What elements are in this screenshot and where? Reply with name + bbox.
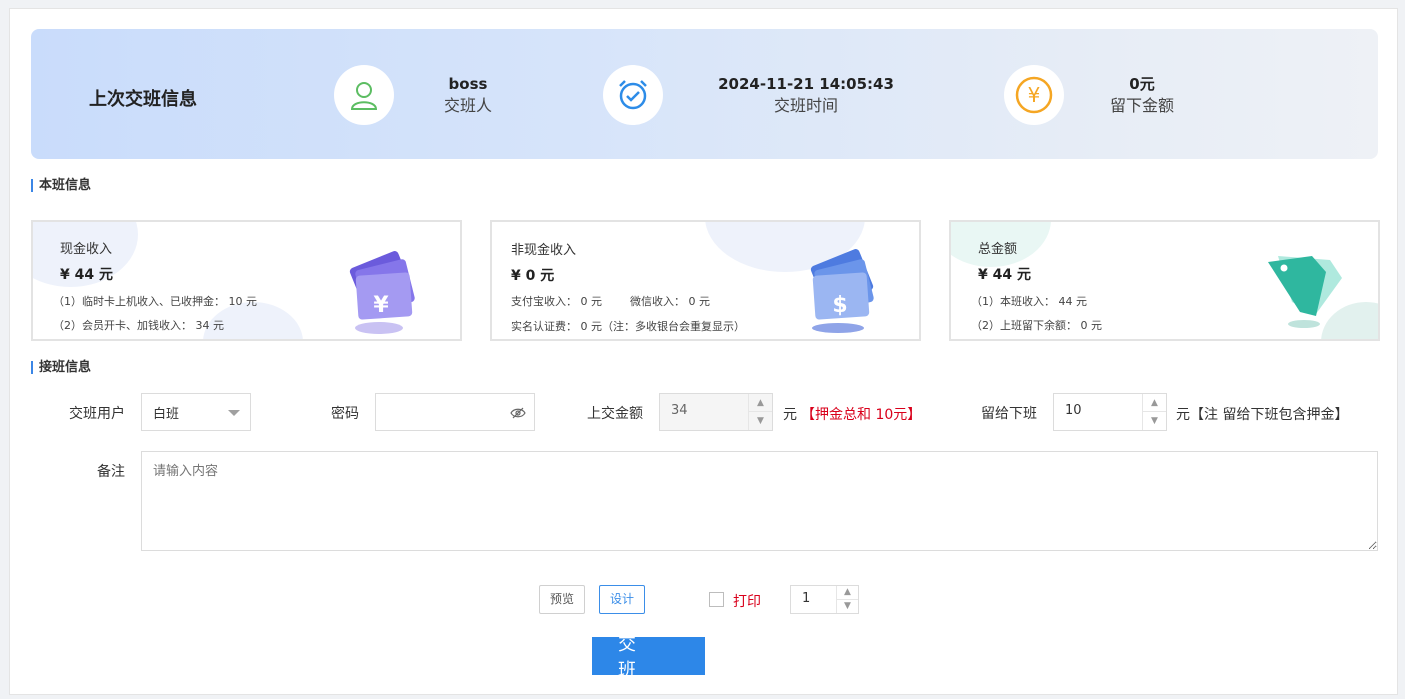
total-detail-2: （2）上班留下余额： 0 元 bbox=[971, 319, 1102, 332]
increment-icon[interactable]: ▲ bbox=[749, 394, 772, 412]
takeover-title: 接班信息 bbox=[31, 361, 91, 374]
cash-income-title: 现金收入 bbox=[60, 242, 113, 257]
decrement-icon[interactable]: ▼ bbox=[837, 600, 858, 614]
handover-time-label: 交班时间 bbox=[773, 96, 838, 115]
blue-dollar-card-icon: $ bbox=[810, 249, 874, 333]
wechat-income: 微信收入： 0 元 bbox=[630, 295, 710, 308]
submit-amount-input[interactable]: 34 ▲ ▼ bbox=[659, 393, 773, 431]
submit-amount-value: 34 bbox=[671, 403, 688, 418]
handover-user-select[interactable]: 白班 bbox=[141, 393, 251, 431]
cash-income-detail-1: （1）临时卡上机收入、已收押金： 10 元 bbox=[53, 295, 257, 308]
preview-button[interactable]: 预览 bbox=[539, 585, 585, 614]
handover-user-label: 交班人 bbox=[443, 96, 492, 115]
total-amount-title: 总金额 bbox=[978, 242, 1018, 257]
svg-text:¥: ¥ bbox=[373, 293, 389, 318]
noncash-income-title: 非现金收入 bbox=[511, 243, 577, 258]
last-shift-title: 上次交班信息 bbox=[89, 89, 197, 110]
remark-label: 备注 bbox=[97, 464, 125, 480]
left-amount-stat: 0元 留下金额 bbox=[1052, 73, 1232, 117]
dropdown-arrow-icon bbox=[228, 410, 240, 416]
total-amount-value: ¥ 44 元 bbox=[978, 267, 1031, 283]
alarm-clock-icon bbox=[603, 65, 663, 125]
leave-amount-note: 元【注 留给下班包含押金】 bbox=[1176, 407, 1349, 423]
deposit-total-note: 【押金总和 10元】 bbox=[801, 407, 922, 423]
handover-time-value: 2024-11-21 14:05:43 bbox=[718, 75, 894, 93]
noncash-income-value: ¥ 0 元 bbox=[511, 268, 555, 284]
decrement-icon[interactable]: ▼ bbox=[1143, 412, 1166, 430]
handover-user-select-value: 白班 bbox=[153, 407, 180, 422]
cash-income-card: 现金收入 ¥ 44 元 （1）临时卡上机收入、已收押金： 10 元 （2）会员开… bbox=[31, 220, 462, 341]
print-copies-value: 1 bbox=[802, 591, 811, 606]
leave-amount-value: 10 bbox=[1065, 403, 1082, 418]
submit-amount-label: 上交金额 bbox=[587, 406, 643, 422]
design-button[interactable]: 设计 bbox=[599, 585, 645, 614]
password-label: 密码 bbox=[331, 406, 359, 422]
shift-handover-panel: 上次交班信息 boss 交班人 2024-11-21 14:05:43 交班时间… bbox=[9, 8, 1398, 695]
left-amount-value: 0元 bbox=[1129, 75, 1155, 93]
total-detail-1: （1）本班收入： 44 元 bbox=[971, 295, 1087, 308]
print-copies-input[interactable]: 1 ▲ ▼ bbox=[790, 585, 859, 614]
alipay-income: 支付宝收入： 0 元 bbox=[511, 295, 602, 308]
svg-text:¥: ¥ bbox=[1028, 83, 1041, 107]
remark-textarea[interactable] bbox=[141, 451, 1378, 551]
leave-amount-stepper[interactable]: ▲ ▼ bbox=[1142, 394, 1166, 430]
cash-income-detail-2: （2）会员开卡、加钱收入： 34 元 bbox=[53, 319, 224, 332]
handover-user-value: boss bbox=[448, 75, 488, 93]
svg-text:$: $ bbox=[832, 293, 847, 318]
submit-amount-stepper[interactable]: ▲ ▼ bbox=[748, 394, 772, 430]
print-checkbox[interactable] bbox=[709, 592, 724, 607]
purple-yuan-card-icon: ¥ bbox=[349, 251, 415, 334]
increment-icon[interactable]: ▲ bbox=[837, 586, 858, 600]
eye-toggle-icon[interactable] bbox=[510, 407, 526, 419]
handover-submit-button[interactable]: 交班 bbox=[592, 634, 705, 681]
total-amount-card: 总金额 ¥ 44 元 （1）本班收入： 44 元 （2）上班留下余额： 0 元 bbox=[949, 220, 1380, 341]
print-copies-stepper[interactable]: ▲ ▼ bbox=[836, 586, 858, 613]
realname-fee: 实名认证费： 0 元（注：多收银台会重复显示） bbox=[511, 320, 745, 333]
password-input[interactable] bbox=[375, 393, 535, 431]
increment-icon[interactable]: ▲ bbox=[1143, 394, 1166, 412]
leave-amount-input[interactable]: 10 ▲ ▼ bbox=[1053, 393, 1167, 431]
noncash-income-card: 非现金收入 ¥ 0 元 支付宝收入： 0 元 微信收入： 0 元 实名认证费： … bbox=[490, 220, 921, 341]
print-label[interactable]: 打印 bbox=[733, 591, 761, 611]
green-tag-icon bbox=[1268, 256, 1342, 328]
handover-time-stat: 2024-11-21 14:05:43 交班时间 bbox=[716, 73, 896, 117]
handover-user-stat: boss 交班人 bbox=[378, 73, 558, 117]
left-amount-label: 留下金额 bbox=[1109, 96, 1174, 115]
handover-user-field-label: 交班用户 bbox=[69, 406, 125, 422]
leave-amount-label: 留给下班 bbox=[981, 406, 1037, 422]
submit-amount-unit: 元 bbox=[783, 407, 797, 423]
cash-income-value: ¥ 44 元 bbox=[60, 267, 113, 283]
last-shift-banner: 上次交班信息 boss 交班人 2024-11-21 14:05:43 交班时间… bbox=[31, 29, 1378, 159]
current-shift-title: 本班信息 bbox=[31, 179, 91, 192]
decrement-icon[interactable]: ▼ bbox=[749, 412, 772, 430]
